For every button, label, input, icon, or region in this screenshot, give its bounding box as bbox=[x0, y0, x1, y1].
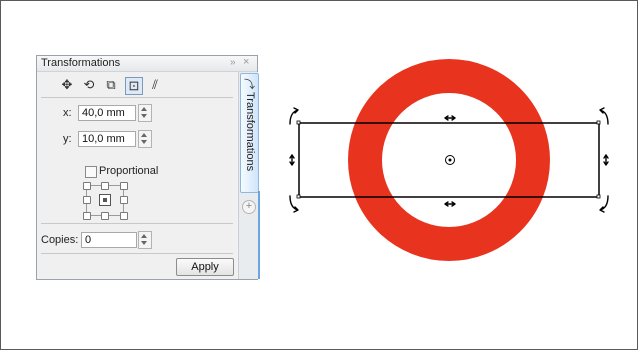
apply-button[interactable]: Apply bbox=[176, 258, 234, 276]
docker-panel-body: ✥ ⟲ ⧉ ⊡ ⫽ x: y: Proportional bbox=[37, 72, 237, 279]
anchor-top-right[interactable] bbox=[120, 182, 128, 190]
position-mode-icon[interactable]: ✥ bbox=[59, 77, 75, 93]
collapse-docker-icon[interactable]: » bbox=[230, 57, 236, 68]
section-divider bbox=[41, 223, 233, 224]
proportional-label: Proportional bbox=[99, 165, 159, 177]
anchor-bottom-center[interactable] bbox=[101, 212, 109, 220]
anchor-top-left[interactable] bbox=[83, 182, 91, 190]
anchor-middle-left[interactable] bbox=[83, 196, 91, 204]
docker-titlebar[interactable]: Transformations » × bbox=[37, 56, 257, 72]
y-label: y: bbox=[63, 133, 72, 145]
anchor-bottom-right[interactable] bbox=[120, 212, 128, 220]
increment-arrow-icon[interactable] bbox=[141, 107, 147, 111]
transform-mode-toolbar: ✥ ⟲ ⧉ ⊡ ⫽ bbox=[37, 72, 237, 98]
skew-mode-icon[interactable]: ⫽ bbox=[147, 77, 163, 93]
drawing-canvas[interactable] bbox=[270, 40, 630, 280]
transformations-docker: Transformations » × ✥ ⟲ ⧉ ⊡ ⫽ x: y: Prop… bbox=[36, 55, 260, 280]
docker-title: Transformations bbox=[41, 57, 121, 69]
rotate-handle-top-right-icon[interactable] bbox=[599, 107, 609, 125]
x-label: x: bbox=[63, 107, 72, 119]
corner-node[interactable] bbox=[296, 194, 301, 199]
skew-handle-left-icon[interactable] bbox=[289, 154, 295, 166]
center-marker-icon[interactable] bbox=[445, 155, 455, 165]
anchor-top-center[interactable] bbox=[101, 182, 109, 190]
copies-spinner[interactable] bbox=[138, 231, 152, 249]
tab-label: Transformations bbox=[244, 92, 256, 172]
add-docker-tab-icon[interactable]: + bbox=[242, 200, 256, 214]
copies-input[interactable] bbox=[81, 232, 137, 248]
tab-accent-line bbox=[258, 191, 260, 279]
close-docker-icon[interactable]: × bbox=[243, 56, 249, 68]
x-size-input[interactable] bbox=[78, 105, 136, 121]
decrement-arrow-icon[interactable] bbox=[141, 114, 147, 118]
skew-handle-top-icon[interactable] bbox=[444, 115, 456, 121]
anchor-center[interactable] bbox=[99, 194, 111, 206]
anchor-point-selector bbox=[83, 182, 128, 220]
corner-node[interactable] bbox=[296, 120, 301, 125]
decrement-arrow-icon[interactable] bbox=[141, 241, 147, 245]
rotate-handle-bottom-right-icon[interactable] bbox=[599, 195, 609, 213]
anchor-bottom-left[interactable] bbox=[83, 212, 91, 220]
y-size-input[interactable] bbox=[78, 131, 136, 147]
transformations-tab-icon: ⤵ bbox=[244, 79, 255, 91]
rotate-mode-icon[interactable]: ⟲ bbox=[81, 77, 97, 93]
skew-handle-bottom-icon[interactable] bbox=[444, 201, 456, 207]
increment-arrow-icon[interactable] bbox=[141, 133, 147, 137]
tab-transformations[interactable]: ⤵ Transformations bbox=[240, 73, 259, 193]
docker-tab-strip: ⤵ Transformations + bbox=[238, 72, 260, 279]
y-spinner[interactable] bbox=[138, 130, 152, 148]
scale-mirror-mode-icon[interactable]: ⧉ bbox=[103, 77, 119, 93]
corner-node[interactable] bbox=[596, 120, 601, 125]
skew-handle-right-icon[interactable] bbox=[603, 154, 609, 166]
copies-label: Copies: bbox=[41, 234, 79, 246]
corner-node[interactable] bbox=[596, 194, 601, 199]
size-mode-icon[interactable]: ⊡ bbox=[125, 77, 143, 95]
x-spinner[interactable] bbox=[138, 104, 152, 122]
toolbar-divider bbox=[41, 97, 233, 98]
anchor-middle-right[interactable] bbox=[120, 196, 128, 204]
section-divider bbox=[41, 253, 233, 254]
decrement-arrow-icon[interactable] bbox=[141, 140, 147, 144]
increment-arrow-icon[interactable] bbox=[141, 234, 147, 238]
proportional-checkbox[interactable] bbox=[85, 166, 97, 178]
